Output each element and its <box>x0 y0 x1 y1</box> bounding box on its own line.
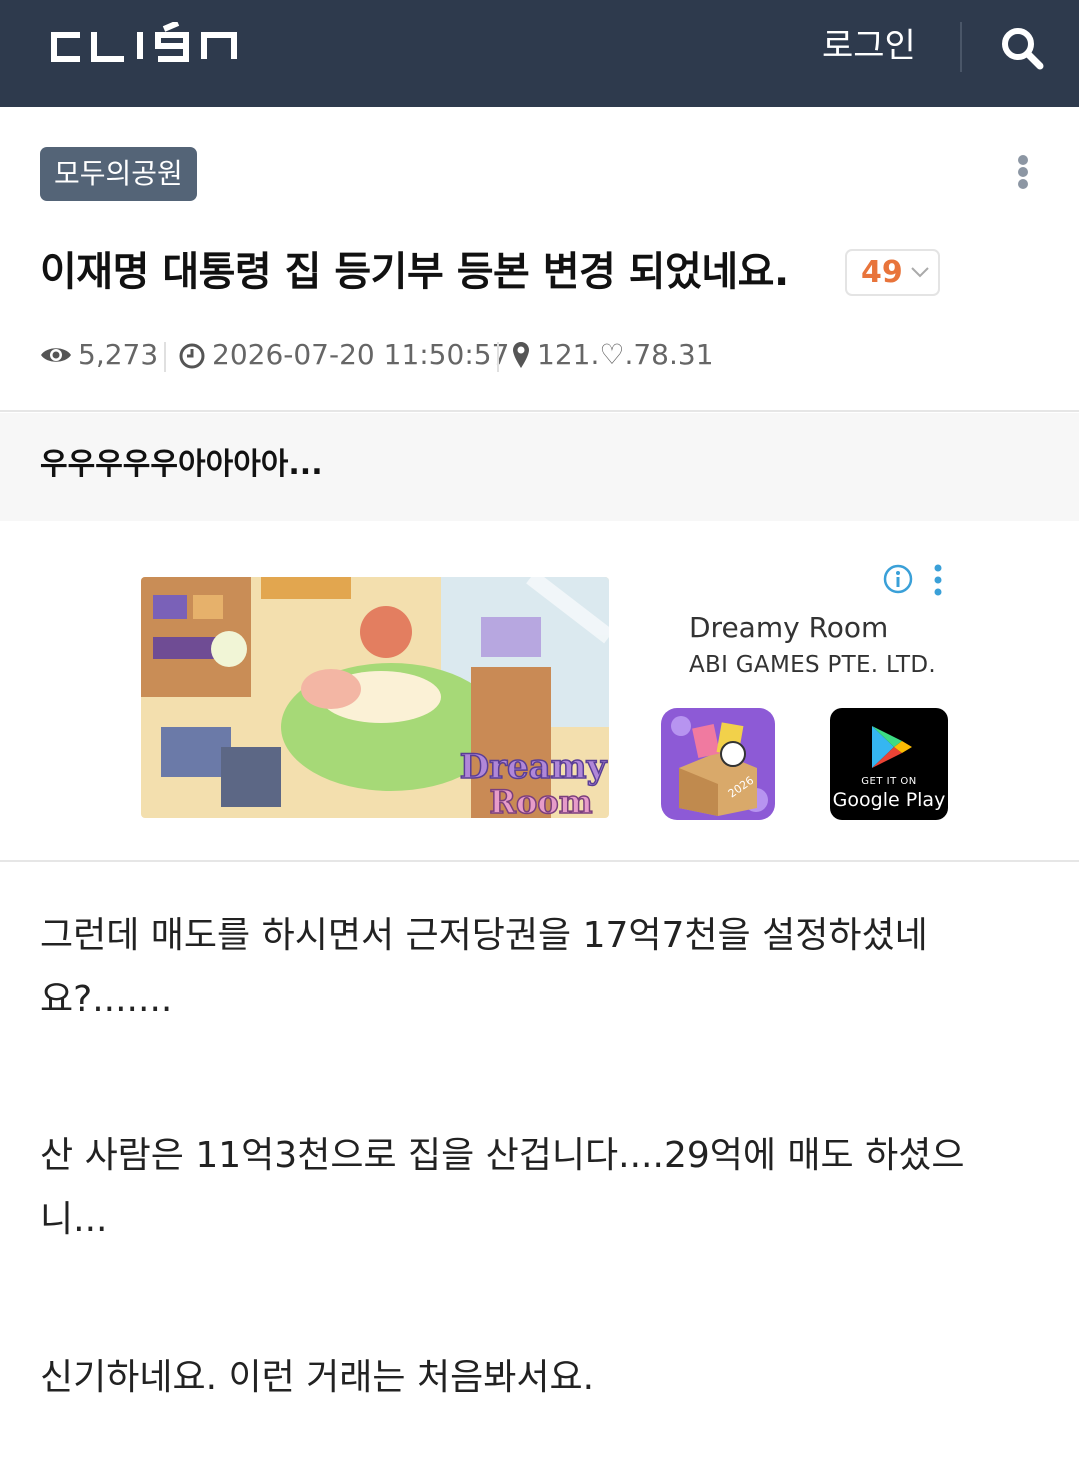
post-paragraph: 산 사람은 11억3천으로 집을 산겁니다....29억에 매도 하셨으니... <box>40 1135 965 1240</box>
more-options-icon[interactable] <box>1012 152 1034 192</box>
post-paragraph: 그런데 매도를 하시면서 근저당권을 17억7천을 설정하셨네요?....... <box>40 915 928 1020</box>
post-summary: 우우우우우아아아아... <box>0 413 1079 521</box>
eye-icon <box>41 348 71 362</box>
ad-publisher: ABI GAMES PTE. LTD. <box>689 652 936 678</box>
ad-image-title-2: Room <box>489 783 592 818</box>
post-title: 이재명 대통령 집 등기부 등본 변경 되었네요. <box>40 249 789 295</box>
post-datetime: 2026-07-20 11:50:57 <box>212 338 510 371</box>
google-play-icon <box>872 726 912 768</box>
comment-count-button[interactable]: 49 <box>845 249 940 296</box>
clien-logo[interactable] <box>46 22 266 68</box>
summary-text: 우우우우우아아아아... <box>40 447 323 482</box>
ad-app-icon[interactable]: 2026 <box>661 708 775 820</box>
ad-image-title-1: Dreamy <box>460 747 608 787</box>
comment-count: 49 <box>861 255 903 290</box>
google-play-badge[interactable]: GET IT ON Google Play <box>830 708 948 820</box>
author-ip: 121.♡.78.31 <box>537 338 714 371</box>
ad-options-icon[interactable] <box>932 564 944 596</box>
login-link[interactable]: 로그인 <box>822 24 916 68</box>
meta-divider <box>164 342 166 372</box>
board-badge[interactable]: 모두의공원 <box>40 147 197 201</box>
store-small-label: GET IT ON <box>861 776 917 787</box>
info-icon[interactable] <box>883 564 913 594</box>
ad-image[interactable]: Dreamy Room <box>141 577 609 818</box>
ad-app-name[interactable]: Dreamy Room <box>689 608 888 648</box>
top-bar: 로그인 <box>0 0 1079 107</box>
view-count: 5,273 <box>78 338 159 371</box>
header-divider <box>960 22 962 72</box>
divider <box>0 410 1079 412</box>
chevron-down-icon <box>911 267 929 278</box>
location-pin-icon <box>513 342 529 368</box>
ad-banner[interactable]: Dreamy Room Dreamy Room ABI GAMES PTE. L… <box>120 556 960 836</box>
store-big-label: Google Play <box>832 789 946 811</box>
post-paragraph: 신기하네요. 이런 거래는 처음봐서요. <box>40 1357 595 1398</box>
meta-divider <box>497 342 499 372</box>
clock-icon <box>179 343 205 369</box>
divider <box>0 860 1079 862</box>
search-icon[interactable] <box>1000 26 1044 70</box>
